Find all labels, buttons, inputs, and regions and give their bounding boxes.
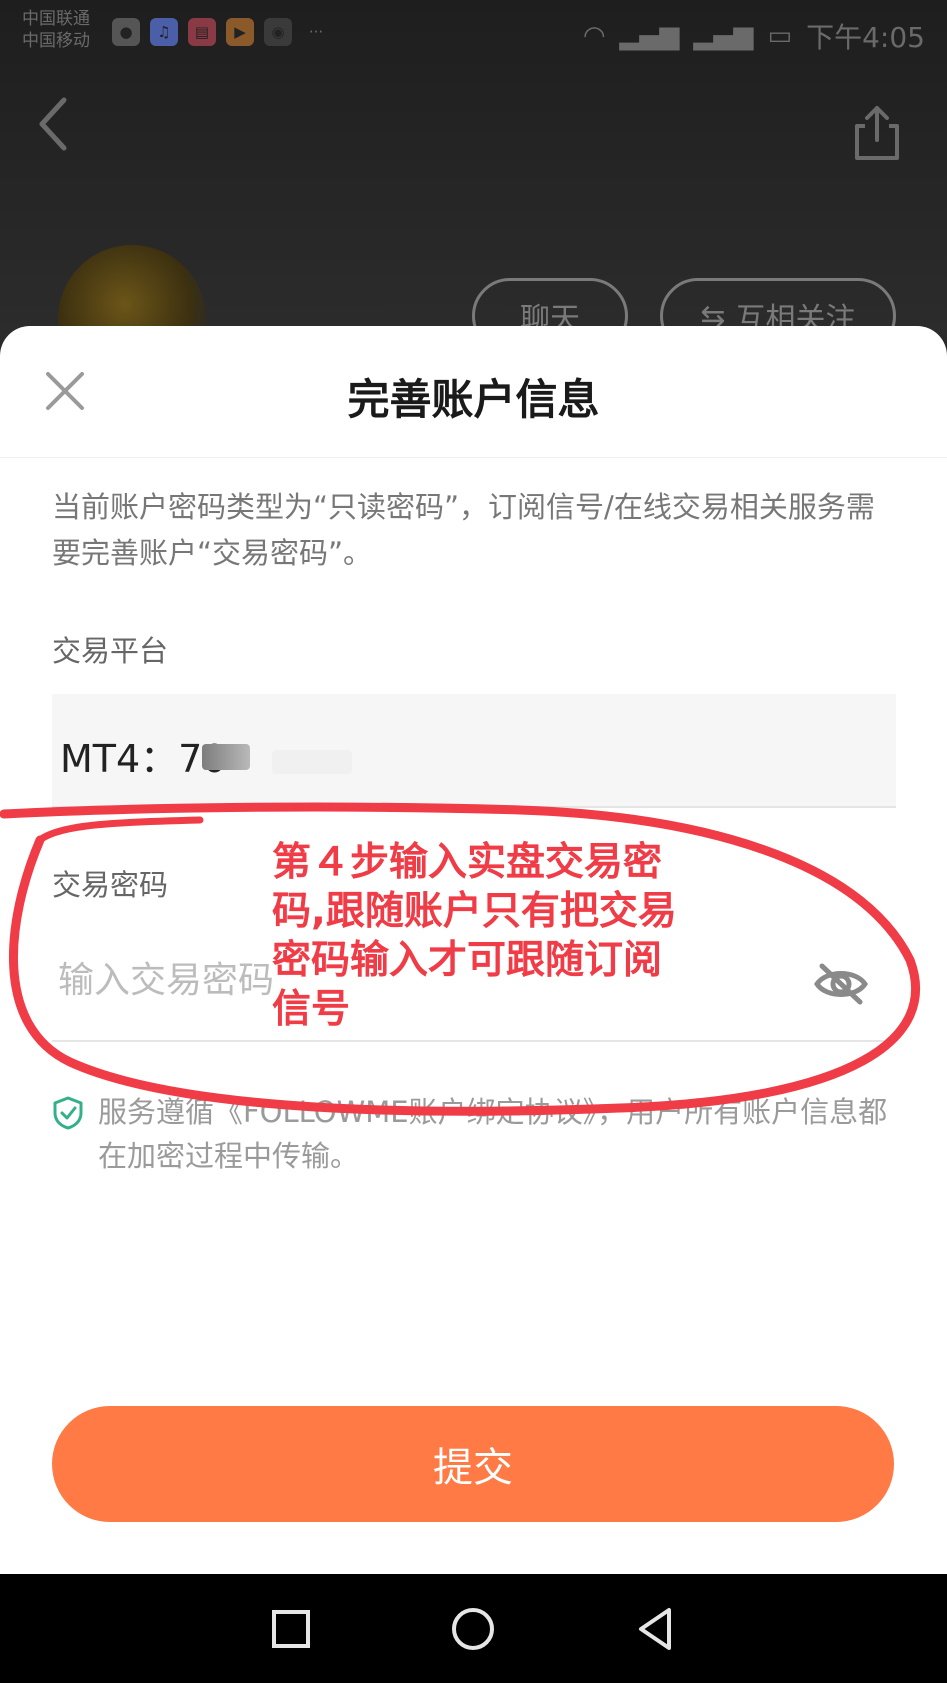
signal-icon-1: ▂▄▆: [619, 21, 680, 51]
book-icon: ▤: [188, 18, 216, 46]
annotation-note: 第４步输入实盘交易密码,跟随账户只有把交易密码输入才可跟随订阅信号: [272, 840, 677, 1032]
status-right: ◠ ▂▄▆ ▂▄▆ ▭ 下午4:05: [583, 16, 925, 56]
agreement-text[interactable]: 服务遵循《FOLLOWME账户绑定协议》，用户所有账户信息都在加密过程中传输。: [98, 1090, 902, 1178]
carrier-info: 中国联通 中国移动: [22, 8, 90, 52]
eye-off-icon[interactable]: [814, 962, 868, 1006]
back-icon[interactable]: [34, 94, 74, 154]
wechat-icon: ●: [112, 18, 140, 46]
agreement-notice: 服务遵循《FOLLOWME账户绑定协议》，用户所有账户信息都在加密过程中传输。: [52, 1090, 902, 1178]
sheet-title: 完善账户信息: [347, 375, 600, 424]
status-bar: 中国联通 中国移动 ● ♫ ▤ ▶ ◉ ··· ◠ ▂▄▆ ▂▄▆ ▭ 下午4:…: [0, 0, 947, 66]
redaction-mark: [272, 750, 352, 774]
video-icon: ▶: [226, 18, 254, 46]
music-icon: ♫: [150, 18, 178, 46]
password-type-notice: 当前账户密码类型为“只读密码”，订阅信号/在线交易相关服务需要完善账户“交易密码…: [52, 490, 875, 570]
background-profile-page: 中国联通 中国移动 ● ♫ ▤ ▶ ◉ ··· ◠ ▂▄▆ ▂▄▆ ▭ 下午4:…: [0, 0, 947, 393]
password-label: 交易密码: [52, 868, 169, 902]
sheet-header: 完善账户信息: [0, 326, 947, 458]
carrier-line-1: 中国联通: [22, 9, 90, 29]
battery-icon: ▭: [767, 21, 793, 51]
submit-button[interactable]: 提交: [52, 1406, 894, 1522]
redaction-mark: [202, 744, 250, 770]
record-icon: ◉: [264, 18, 292, 46]
status-time: 下午4:05: [806, 21, 925, 54]
platform-field: MT4：70: [52, 694, 896, 808]
platform-label: 交易平台: [52, 634, 169, 668]
carrier-line-2: 中国移动: [22, 31, 90, 51]
notification-icons: ● ♫ ▤ ▶ ◉ ···: [112, 18, 330, 46]
signal-icon-2: ▂▄▆: [693, 21, 754, 51]
shield-check-icon: [53, 1096, 83, 1130]
system-navigation-bar: [0, 1574, 947, 1683]
nav-triangle-icon[interactable]: [633, 1606, 679, 1652]
share-icon[interactable]: [853, 104, 901, 162]
nav-square-icon[interactable]: [268, 1606, 314, 1652]
wifi-icon: ◠: [582, 21, 606, 51]
more-icon: ···: [308, 23, 324, 41]
nav-circle-icon[interactable]: [450, 1606, 496, 1652]
